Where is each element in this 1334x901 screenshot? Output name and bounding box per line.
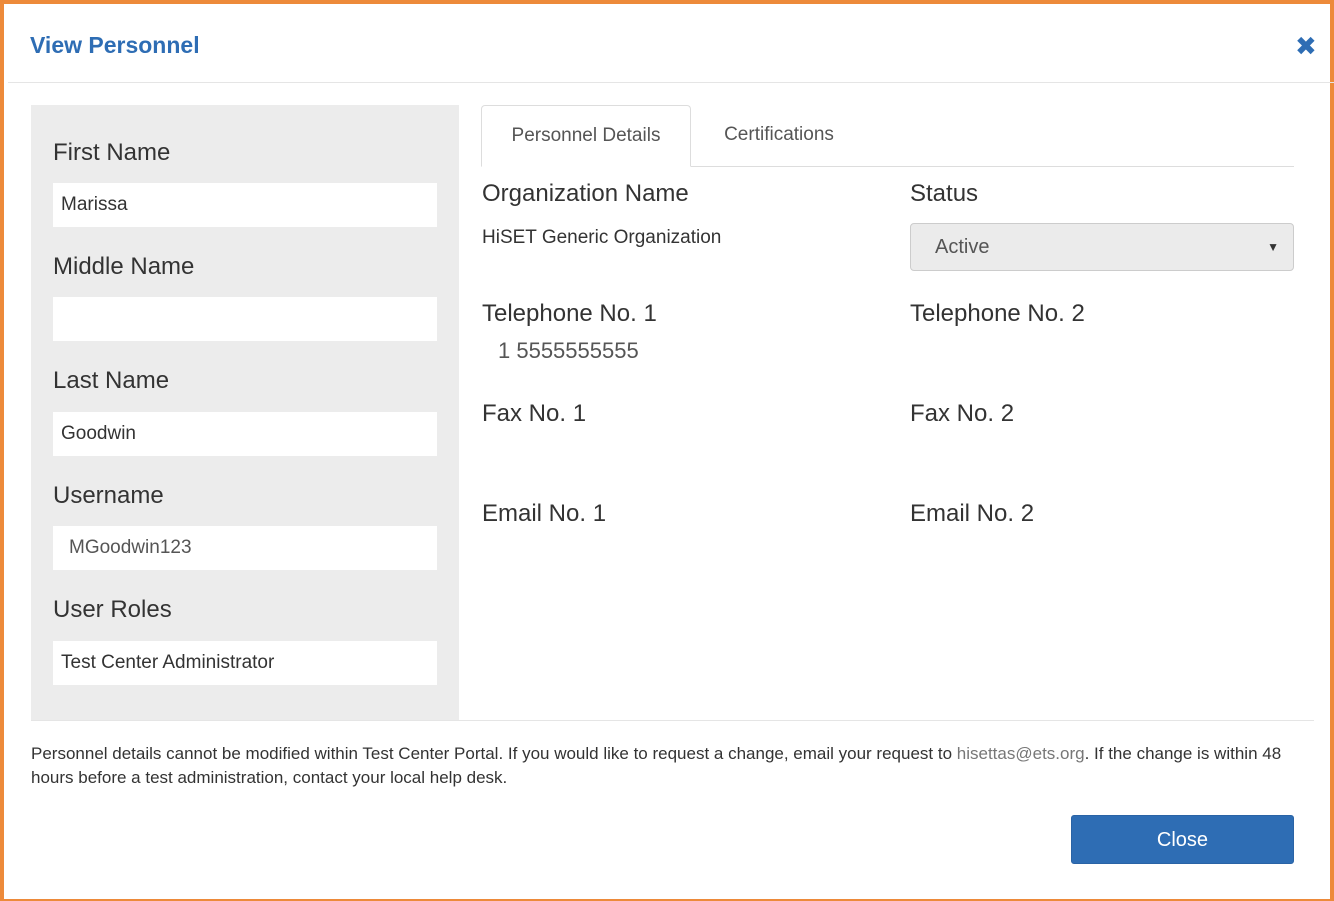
- user-roles-label: User Roles: [53, 596, 172, 623]
- first-name-field: Marissa: [53, 183, 437, 227]
- telephone2-label: Telephone No. 2: [910, 300, 1085, 327]
- first-name-label: First Name: [53, 139, 171, 166]
- telephone1-label: Telephone No. 1: [482, 300, 657, 327]
- organization-name-value: HiSET Generic Organization: [482, 227, 722, 248]
- status-selected-value: Active: [935, 236, 990, 258]
- modification-notice: Personnel details cannot be modified wit…: [31, 742, 1316, 790]
- fax2-label: Fax No. 2: [910, 400, 1015, 427]
- personnel-name-panel: First Name Marissa Middle Name Last Name…: [31, 105, 459, 720]
- close-button[interactable]: Close: [1071, 815, 1294, 864]
- close-icon[interactable]: ✖: [1295, 33, 1317, 59]
- view-personnel-dialog: View Personnel ✖ First Name Marissa Midd…: [0, 0, 1334, 901]
- chevron-down-icon: ▼: [1267, 240, 1279, 254]
- email2-label: Email No. 2: [910, 500, 1035, 527]
- middle-name-field: [53, 297, 437, 341]
- tab-certifications[interactable]: Certifications: [691, 105, 867, 166]
- middle-name-label: Middle Name: [53, 253, 195, 280]
- last-name-label: Last Name: [53, 367, 170, 394]
- status-label: Status: [910, 180, 979, 207]
- user-roles-field: Test Center Administrator: [53, 641, 437, 685]
- telephone1-value: 1 5555555555: [498, 338, 639, 363]
- support-email-link[interactable]: hisettas@ets.org: [957, 744, 1085, 763]
- username-field: MGoodwin123: [53, 526, 437, 570]
- tab-personnel-details[interactable]: Personnel Details: [481, 105, 691, 167]
- notice-text-start: Personnel details cannot be modified wit…: [31, 744, 957, 763]
- status-select[interactable]: Active ▼: [910, 223, 1294, 271]
- username-label: Username: [53, 482, 164, 509]
- dialog-header: View Personnel ✖: [8, 8, 1334, 83]
- details-tabs: Personnel Details Certifications: [481, 105, 1294, 167]
- organization-name-label: Organization Name: [482, 180, 689, 207]
- email1-label: Email No. 1: [482, 500, 607, 527]
- dialog-title: View Personnel: [30, 32, 200, 58]
- last-name-field: Goodwin: [53, 412, 437, 456]
- fax1-label: Fax No. 1: [482, 400, 587, 427]
- footer-divider: [31, 720, 1314, 721]
